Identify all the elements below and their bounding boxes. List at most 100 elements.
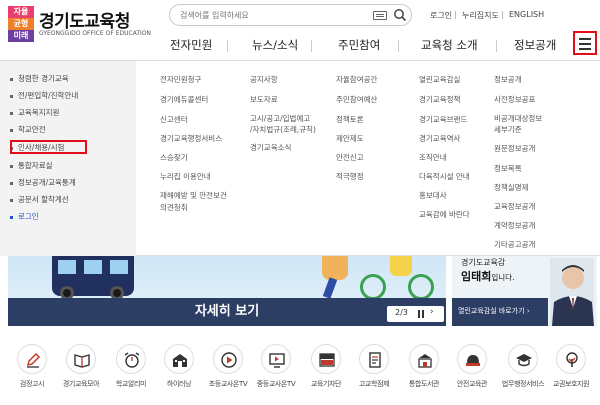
open-office-link[interactable]: 열린교육감실 바로가기 ›	[458, 306, 530, 316]
sidebar-item-label: 전/편입학/진학안내	[18, 91, 79, 100]
sidebar-item-label: 공문서 할착계선	[18, 195, 69, 204]
menu-link[interactable]: 재해예방 및 안전보건	[160, 191, 227, 201]
menu-link[interactable]: 세부기준	[494, 125, 522, 135]
quick-link-icon-bg	[359, 344, 389, 374]
menu-link[interactable]: 정책실명제	[494, 183, 529, 193]
menu-link[interactable]: 다육적시설 안내	[419, 172, 470, 182]
bullet	[10, 78, 13, 81]
mega-menu-sidebar: 청렴한 경기교육 전/편입학/진학안내 교육복지지원 학교안전 인사/채용/시험…	[0, 61, 136, 256]
menu-link[interactable]: 경기교육역사	[419, 134, 460, 144]
pause-icon[interactable]	[418, 310, 424, 318]
menu-link[interactable]: 전자민원청구	[160, 75, 201, 85]
highlight-box	[10, 140, 87, 154]
menu-link[interactable]: 교육정보공개	[494, 202, 535, 212]
superintendent-promo[interactable]: 경기도교육감 임태희입니다. 열린교육감실 바로가기 ›	[452, 256, 597, 326]
menu-link[interactable]: 경기교육정책	[419, 95, 460, 105]
quick-link[interactable]: 안전교육관	[445, 340, 499, 400]
menu-link[interactable]: 자율참여공간	[336, 75, 377, 85]
search-input[interactable]	[180, 8, 365, 23]
menu-link[interactable]: 적극행정	[336, 172, 364, 182]
promo-name: 임태희입니다.	[461, 268, 514, 284]
search-icon[interactable]	[393, 8, 407, 22]
menu-link[interactable]: 홍보대사	[419, 191, 447, 201]
quick-link[interactable]: 통합도서관	[397, 340, 451, 400]
gnb-item-about[interactable]: 교육청 소개	[421, 37, 478, 53]
quick-link[interactable]: 교권보호지원	[544, 340, 598, 400]
menu-toggle-button[interactable]	[573, 31, 597, 55]
banner-more-button[interactable]: 자세히 보기	[8, 298, 446, 326]
menu-link[interactable]: 안전신고	[336, 153, 364, 163]
menu-link[interactable]: /자치법규(조례,규칙)	[250, 125, 316, 135]
menu-link[interactable]: 비공개대상정보	[494, 114, 542, 124]
bullet	[10, 216, 13, 219]
menu-link[interactable]: 사전정보공표	[494, 95, 535, 105]
sitemap-link[interactable]: 누리집지도	[462, 10, 499, 21]
divider	[455, 11, 456, 19]
site-logo[interactable]: 자율 균형 미래 경기도교육청 GYEONGGIDO OFFICE OF EDU…	[8, 6, 158, 42]
quick-link-label: 하이러닝	[166, 380, 192, 388]
main-banner[interactable]: 자세히 보기 2/3 ›	[8, 256, 446, 326]
quick-link[interactable]: 검정고시	[5, 340, 59, 400]
gnb-item-e-civil[interactable]: 전자민원	[170, 37, 212, 53]
gnb-item-news[interactable]: 뉴스/소식	[252, 37, 298, 53]
quick-link[interactable]: 학교알리미	[104, 340, 158, 400]
sidebar-item[interactable]: 교육복지지원	[10, 108, 59, 118]
bus-window	[110, 260, 128, 274]
menu-link[interactable]: 공지사항	[250, 75, 278, 85]
menu-link[interactable]: 스승찾기	[160, 153, 188, 163]
logo-mark-line: 자율	[8, 6, 34, 18]
menu-link[interactable]: 교육감에 바란다	[419, 210, 470, 220]
menu-link[interactable]: 누리집 이용안내	[160, 172, 211, 182]
quick-link-label: 고교학점제	[358, 380, 390, 388]
sidebar-item[interactable]: 통합자료실	[10, 161, 53, 171]
next-arrow-icon[interactable]: ›	[430, 307, 434, 317]
quick-link-label: 중등교사온TV	[256, 380, 296, 388]
keyboard-icon[interactable]	[373, 11, 387, 20]
gnb-item-participation[interactable]: 주민참여	[338, 37, 380, 53]
gnb-item-info-disclosure[interactable]: 정보공개	[514, 37, 556, 53]
menu-link[interactable]: 열린교육감실	[419, 75, 460, 85]
login-link[interactable]: 로그인	[430, 10, 452, 21]
english-link[interactable]: ENGLISH	[509, 10, 544, 19]
sidebar-item[interactable]: 정보공개/교육통계	[10, 178, 76, 188]
menu-link[interactable]: 주민참여예산	[336, 95, 377, 105]
promo-suffix: 입니다.	[491, 273, 515, 282]
menu-link[interactable]: 보도자료	[250, 95, 278, 105]
quick-link[interactable]: 하이러닝	[152, 340, 206, 400]
quick-link[interactable]: 교육기자단	[299, 340, 353, 400]
menu-link[interactable]: 원문정보공개	[494, 144, 535, 154]
sidebar-item[interactable]: 전/편입학/진학안내	[10, 91, 79, 101]
sidebar-item[interactable]: 청렴한 경기교육	[10, 74, 69, 84]
quick-link-label: 초등교사온TV	[208, 380, 248, 388]
pager-count: 2/3	[395, 308, 408, 317]
menu-link[interactable]: 경기에듀콜센터	[160, 95, 208, 105]
quick-link[interactable]: 경기교육모아	[54, 340, 108, 400]
bullet	[10, 95, 13, 98]
menu-link[interactable]: 기타공고공개	[494, 240, 535, 250]
menu-link[interactable]: 계약정보공개	[494, 221, 535, 231]
sidebar-item[interactable]: 학교안전	[10, 125, 46, 135]
quick-link[interactable]: 법무행정서비스	[496, 340, 550, 400]
quick-link[interactable]: 중등교사온TV	[249, 340, 303, 400]
quick-link[interactable]: 초등교사온TV	[201, 340, 255, 400]
sidebar-item-login[interactable]: 로그인	[10, 212, 39, 222]
hamburger-icon-bar	[579, 38, 591, 40]
quick-link[interactable]: 고교학점제	[347, 340, 401, 400]
quick-link-label: 교권보호지원	[552, 380, 590, 388]
menu-link[interactable]: 신고센터	[160, 115, 188, 125]
alarm-icon	[124, 352, 140, 368]
menu-link[interactable]: 조직안내	[419, 153, 447, 163]
bullet	[10, 112, 13, 115]
bus-window	[58, 260, 76, 274]
menu-link[interactable]: 정책토론	[336, 115, 364, 125]
menu-link[interactable]: 고시/공고/입법예고	[250, 114, 310, 124]
menu-link[interactable]: 경기교육브랜드	[419, 115, 467, 125]
menu-link[interactable]: 경기교육행정서비스	[160, 134, 222, 144]
hamburger-icon-bar	[579, 43, 591, 45]
menu-link[interactable]: 경기교육소식	[250, 143, 291, 153]
menu-link[interactable]: 정보목록	[494, 164, 522, 174]
menu-link[interactable]: 정보공개	[494, 75, 522, 85]
menu-link[interactable]: 제안제도	[336, 134, 364, 144]
sidebar-item[interactable]: 공문서 할착계선	[10, 195, 69, 205]
menu-link[interactable]: 의견청취	[160, 203, 188, 213]
